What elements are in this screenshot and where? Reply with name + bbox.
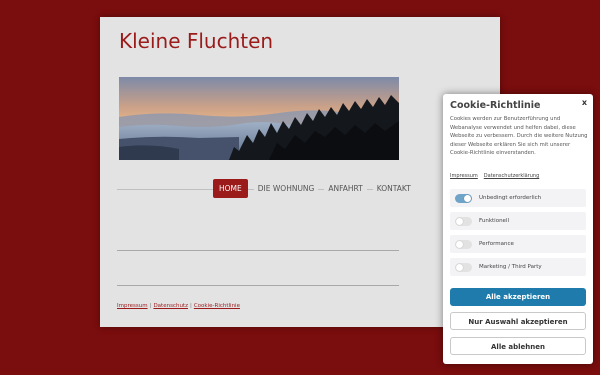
toggle-switch[interactable]: [455, 193, 472, 203]
nav-item-die-wohnung[interactable]: DIE WOHNUNG: [253, 179, 319, 198]
cookie-links: Impressum Datenschutzerklärung: [450, 173, 539, 179]
toggle-switch[interactable]: [455, 216, 472, 226]
cookie-option-label: Funktionell: [479, 218, 509, 224]
content-divider-bottom: [117, 285, 399, 286]
cookie-option-label: Performance: [479, 241, 514, 247]
nav-item-home[interactable]: HOME: [213, 179, 248, 198]
cookie-option-label: Unbedingt erforderlich: [479, 195, 542, 201]
toggle-knob: [456, 240, 463, 248]
cookie-option-label: Marketing / Third Party: [479, 264, 542, 270]
cookie-option-functional[interactable]: Funktionell: [450, 212, 586, 230]
toggle-knob: [464, 194, 471, 202]
accept-all-button[interactable]: Alle akzeptieren: [450, 288, 586, 306]
cookie-option-performance[interactable]: Performance: [450, 235, 586, 253]
toggle-knob: [456, 263, 463, 271]
cookie-option-marketing[interactable]: Marketing / Third Party: [450, 258, 586, 276]
hero-landscape-svg: [119, 77, 399, 160]
footer-separator: |: [189, 303, 192, 309]
cookie-link-datenschutzerklaerung[interactable]: Datenschutzerklärung: [484, 173, 539, 179]
site-title[interactable]: Kleine Fluchten: [119, 29, 273, 53]
main-nav: HOME DIE WOHNUNG ANFAHRT KONTAKT: [213, 179, 415, 198]
toggle-switch[interactable]: [455, 239, 472, 249]
hero-landscape-image: [119, 77, 399, 160]
reject-all-button[interactable]: Alle ablehnen: [450, 337, 586, 355]
toggle-knob: [456, 217, 463, 225]
footer-links: Impressum | Datenschutz | Cookie-Richtlinie: [117, 303, 240, 309]
content-divider-top: [117, 250, 399, 251]
footer-separator: |: [149, 303, 152, 309]
footer-link-datenschutz[interactable]: Datenschutz: [153, 303, 188, 309]
cookie-link-impressum[interactable]: Impressum: [450, 173, 478, 179]
toggle-switch[interactable]: [455, 262, 472, 272]
nav-item-kontakt[interactable]: KONTAKT: [372, 179, 415, 198]
cookie-option-required[interactable]: Unbedingt erforderlich: [450, 189, 586, 207]
accept-selection-button[interactable]: Nur Auswahl akzeptieren: [450, 312, 586, 330]
cookie-dialog: Cookie-Richtlinie x Cookies werden zur B…: [443, 94, 593, 364]
cookie-dialog-title: Cookie-Richtlinie: [450, 100, 541, 111]
page-card: Kleine Fluchten HOME DIE WOHNUNG ANFAHRT…: [100, 17, 500, 327]
nav-item-anfahrt[interactable]: ANFAHRT: [324, 179, 367, 198]
footer-link-impressum[interactable]: Impressum: [117, 303, 148, 309]
close-icon[interactable]: x: [582, 98, 587, 107]
footer-link-cookie-richtlinie[interactable]: Cookie-Richtlinie: [194, 303, 240, 309]
cookie-description: Cookies werden zur Benutzerführung und W…: [450, 116, 588, 156]
